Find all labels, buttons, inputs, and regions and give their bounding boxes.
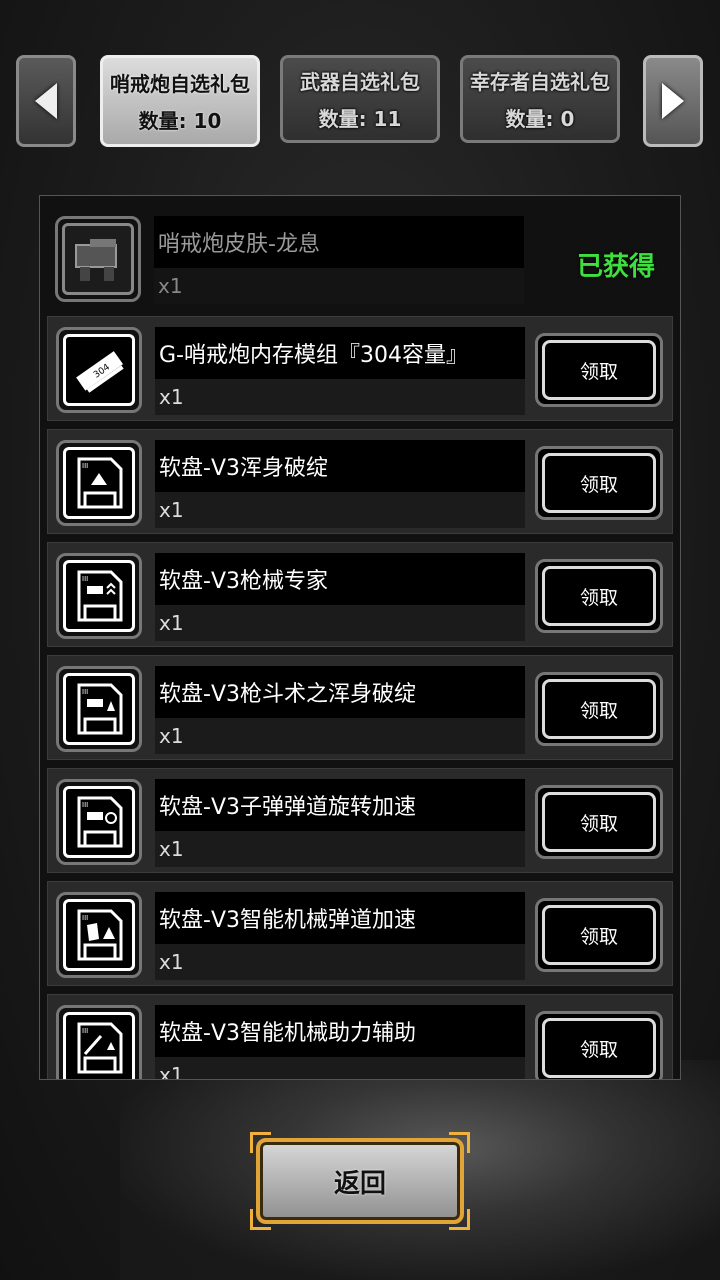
item-name: 软盘-V3枪械专家 xyxy=(155,553,525,605)
tab-count: 数量: 0 xyxy=(505,107,575,131)
list-item: III 软盘-V3枪斗术之浑身破绽 x1 领取 xyxy=(47,655,673,760)
tab-count: 数量: 10 xyxy=(138,109,222,133)
item-quantity: x1 xyxy=(154,268,524,304)
tab-survivor-pack[interactable]: 幸存者自选礼包 数量: 0 xyxy=(460,55,620,143)
item-quantity: x1 xyxy=(155,379,525,415)
list-item: III 软盘-V3枪械专家 x1 领取 xyxy=(47,542,673,647)
item-name: 软盘-V3智能机械弹道加速 xyxy=(155,892,525,944)
svg-text:III: III xyxy=(82,914,88,922)
list-item: 304 G-哨戒炮内存模组『304容量』 x1 领取 xyxy=(47,316,673,421)
floppy-disk-icon: III xyxy=(63,673,135,745)
item-quantity: x1 xyxy=(155,605,525,641)
tab-label: 哨戒炮自选礼包 xyxy=(110,72,250,96)
floppy-disk-icon: III xyxy=(63,786,135,858)
item-icon-frame: III xyxy=(56,666,142,752)
memory-module-icon: 304 xyxy=(63,334,135,406)
claim-button-label: 领取 xyxy=(542,792,656,852)
item-icon-frame xyxy=(55,216,141,302)
item-name: 哨戒炮皮肤-龙息 xyxy=(154,216,524,268)
claim-button[interactable]: 领取 xyxy=(535,559,663,633)
item-icon-frame: III xyxy=(56,779,142,865)
arrow-right-icon xyxy=(662,83,684,119)
claim-button[interactable]: 领取 xyxy=(535,672,663,746)
list-item: III 软盘-V3子弹弹道旋转加速 x1 领取 xyxy=(47,768,673,873)
corner-ornament xyxy=(449,1209,470,1230)
tab-count: 数量: 11 xyxy=(318,107,402,131)
claim-button[interactable]: 领取 xyxy=(535,898,663,972)
prev-arrow-button[interactable] xyxy=(16,55,76,147)
item-quantity: x1 xyxy=(155,944,525,980)
item-icon-frame: 304 xyxy=(56,327,142,413)
claim-button[interactable]: 领取 xyxy=(535,1011,663,1079)
claim-button[interactable]: 领取 xyxy=(535,785,663,859)
svg-text:III: III xyxy=(82,1027,88,1035)
next-arrow-button[interactable] xyxy=(643,55,703,147)
item-quantity: x1 xyxy=(155,492,525,528)
svg-text:III: III xyxy=(82,801,88,809)
svg-text:III: III xyxy=(82,688,88,696)
floppy-disk-icon: III xyxy=(63,1012,135,1079)
tab-label: 武器自选礼包 xyxy=(300,70,420,94)
item-quantity: x1 xyxy=(155,718,525,754)
svg-text:III: III xyxy=(82,462,88,470)
reward-list[interactable]: 哨戒炮皮肤-龙息 x1 已获得 304 G-哨戒炮内存模组『304容量』 x1 … xyxy=(39,195,681,1080)
claim-button[interactable]: 领取 xyxy=(535,333,663,407)
claim-button-label: 领取 xyxy=(542,453,656,513)
list-item: III 软盘-V3浑身破绽 x1 领取 xyxy=(47,429,673,534)
claim-button-label: 领取 xyxy=(542,566,656,626)
floppy-disk-icon: III xyxy=(63,899,135,971)
floppy-disk-icon: III xyxy=(63,447,135,519)
item-icon-frame: III xyxy=(56,892,142,978)
back-button-label: 返回 xyxy=(333,1168,386,1199)
list-item: III 软盘-V3智能机械助力辅助 x1 领取 xyxy=(47,994,673,1079)
tab-weapon-pack[interactable]: 武器自选礼包 数量: 11 xyxy=(280,55,440,143)
item-name: 软盘-V3浑身破绽 xyxy=(155,440,525,492)
corner-ornament xyxy=(250,1209,271,1230)
item-name: 软盘-V3智能机械助力辅助 xyxy=(155,1005,525,1057)
obtained-status: 已获得 xyxy=(577,252,656,282)
turret-skin-icon xyxy=(62,223,134,295)
svg-text:III: III xyxy=(82,575,88,583)
list-item: 哨戒炮皮肤-龙息 x1 已获得 xyxy=(47,206,673,311)
tab-label: 幸存者自选礼包 xyxy=(470,70,610,94)
claim-button[interactable]: 领取 xyxy=(535,446,663,520)
corner-ornament xyxy=(449,1132,470,1153)
tab-sentry-gun-pack[interactable]: 哨戒炮自选礼包 数量: 10 xyxy=(100,55,260,147)
claim-button-label: 领取 xyxy=(542,905,656,965)
list-item: III 软盘-V3智能机械弹道加速 x1 领取 xyxy=(47,881,673,986)
corner-ornament xyxy=(250,1132,271,1153)
claim-button-label: 领取 xyxy=(542,679,656,739)
claim-button-label: 领取 xyxy=(542,340,656,400)
item-name: 软盘-V3子弹弹道旋转加速 xyxy=(155,779,525,831)
item-name: 软盘-V3枪斗术之浑身破绽 xyxy=(155,666,525,718)
item-icon-frame: III xyxy=(56,1005,142,1079)
item-name: G-哨戒炮内存模组『304容量』 xyxy=(155,327,525,379)
item-icon-frame: III xyxy=(56,553,142,639)
item-icon-frame: III xyxy=(56,440,142,526)
arrow-left-icon xyxy=(35,83,57,119)
item-quantity: x1 xyxy=(155,1057,525,1079)
floppy-disk-icon: III xyxy=(63,560,135,632)
back-button[interactable]: 返回 xyxy=(250,1132,470,1230)
claim-button-label: 领取 xyxy=(542,1018,656,1078)
item-quantity: x1 xyxy=(155,831,525,867)
